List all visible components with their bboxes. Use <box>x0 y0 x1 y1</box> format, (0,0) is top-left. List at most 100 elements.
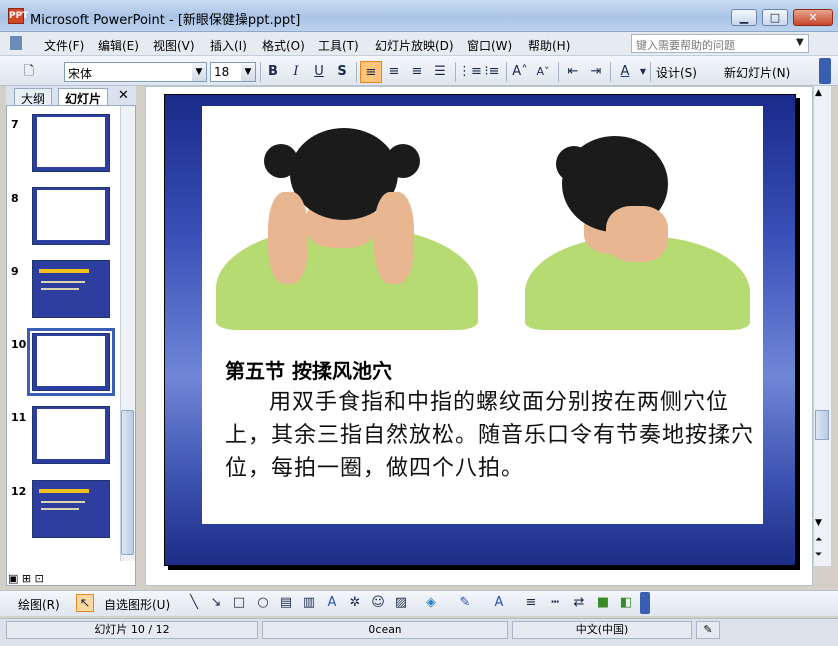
menu-window[interactable]: 窗口(W) <box>467 37 512 54</box>
scroll-up-icon[interactable]: ▲ <box>815 88 822 98</box>
align-left-icon[interactable]: ≡ <box>360 61 382 83</box>
slide-thumbnail-12[interactable] <box>32 480 110 538</box>
design-button[interactable]: 设计(S) <box>656 64 697 81</box>
font-size-field[interactable]: 18 <box>210 62 242 82</box>
font-name-field[interactable]: 宋体 <box>64 62 194 82</box>
separator <box>650 62 651 82</box>
left-photo-bun <box>264 144 298 178</box>
italic-button[interactable]: I <box>285 61 307 83</box>
menu-tools[interactable]: 工具(T) <box>318 37 359 54</box>
slide-body-text[interactable]: 用双手食指和中指的螺纹面分别按在两侧穴位上，其余三指自然放松。随音乐口令有节奏地… <box>225 386 760 485</box>
oval-icon[interactable]: ○ <box>254 594 272 612</box>
slide-heading[interactable]: 第五节 按揉风池穴 <box>225 355 392 384</box>
3d-style-icon[interactable]: ◧ <box>617 594 635 612</box>
underline-button[interactable]: U <box>308 61 330 83</box>
close-icon[interactable]: ✕ <box>118 88 129 103</box>
close-button[interactable]: ✕ <box>793 9 833 26</box>
scroll-thumb[interactable] <box>121 410 134 555</box>
window-title: Microsoft PowerPoint - [新眼保健操ppt.ppt] <box>30 13 301 28</box>
slide-position-status: 幻灯片 10 / 12 <box>6 621 258 639</box>
slide-thumbnail-7[interactable] <box>32 114 110 172</box>
left-photo-hand <box>268 192 308 284</box>
font-name-dropdown-icon[interactable]: ▼ <box>192 62 207 82</box>
picture-icon[interactable]: ▨ <box>392 594 410 612</box>
line-icon[interactable]: ╲ <box>185 594 203 612</box>
scroll-thumb[interactable] <box>815 410 829 440</box>
rectangle-icon[interactable]: □ <box>230 594 248 612</box>
arrow-icon[interactable]: ↘ <box>207 594 225 612</box>
chevron-down-icon[interactable]: ▼ <box>796 37 804 48</box>
menu-slideshow[interactable]: 幻灯片放映(D) <box>375 37 454 54</box>
menu-file[interactable]: 文件(F) <box>44 37 84 54</box>
slide-thumbnail-8[interactable] <box>32 187 110 245</box>
decrease-indent-icon[interactable]: ⇤ <box>562 61 584 83</box>
shadow-button[interactable]: S <box>331 61 353 83</box>
diagram-icon[interactable]: ✲ <box>346 594 364 612</box>
fill-color-icon[interactable]: ◈ <box>422 594 440 612</box>
wordart-icon[interactable]: A <box>323 594 341 612</box>
menu-insert[interactable]: 插入(I) <box>210 37 247 54</box>
maximize-button[interactable]: □ <box>762 9 788 26</box>
align-right-icon[interactable]: ≡ <box>406 61 428 83</box>
increase-indent-icon[interactable]: ⇥ <box>585 61 607 83</box>
line-color-icon[interactable]: ✎ <box>456 594 474 612</box>
separator <box>558 62 559 82</box>
menu-view[interactable]: 视图(V) <box>153 37 195 54</box>
bold-button[interactable]: B <box>262 61 284 83</box>
autoshapes-menu-button[interactable]: 自选图形(U) <box>104 596 170 613</box>
new-document-icon[interactable]: 🗋 <box>18 61 40 83</box>
font-size-dropdown-icon[interactable]: ▼ <box>241 62 256 82</box>
increase-font-button[interactable]: A˄ <box>509 61 531 83</box>
menu-help[interactable]: 帮助(H) <box>528 37 570 54</box>
separator <box>455 62 456 82</box>
left-photo-bun <box>386 144 420 178</box>
slide-number: 9 <box>11 265 19 278</box>
tab-slides[interactable]: 幻灯片 <box>58 88 109 106</box>
textbox-icon[interactable]: ▤ <box>277 594 295 612</box>
tab-outline[interactable]: 大纲 <box>14 88 53 106</box>
view-buttons[interactable]: ▣ ⊞ ⊡ <box>8 572 44 585</box>
clipart-icon[interactable]: ☺ <box>369 594 387 612</box>
design-template-status: Ocean <box>262 621 508 639</box>
toolbar-options-icon[interactable] <box>640 592 650 614</box>
menu-format[interactable]: 格式(O) <box>262 37 305 54</box>
new-slide-button[interactable]: 新幻灯片(N) <box>724 64 790 81</box>
dash-style-icon[interactable]: ┅ <box>546 594 564 612</box>
right-photo-bun <box>556 146 592 182</box>
slide-thumbnail-11[interactable] <box>32 406 110 464</box>
slide-thumbnail-10[interactable] <box>27 328 115 396</box>
workspace-scrollbar[interactable] <box>813 86 831 566</box>
vertical-textbox-icon[interactable]: ▥ <box>300 594 318 612</box>
separator <box>356 62 357 82</box>
slide-number: 12 <box>11 485 27 498</box>
left-photo-hand <box>374 192 414 284</box>
separator <box>506 62 507 82</box>
numbered-list-icon[interactable]: ⋮≡ <box>458 61 482 83</box>
justify-icon[interactable]: ☰ <box>429 61 451 83</box>
select-pointer-icon[interactable]: ↖ <box>76 594 94 612</box>
slide-number: 10 <box>11 338 27 351</box>
line-style-icon[interactable]: ≡ <box>522 594 540 612</box>
decrease-font-button[interactable]: A˅ <box>532 61 554 83</box>
draw-menu-button[interactable]: 绘图(R) <box>18 596 60 613</box>
next-slide-icon[interactable]: ⏷ <box>815 550 822 560</box>
arrow-style-icon[interactable]: ⇄ <box>570 594 588 612</box>
slide-thumbnail-9[interactable] <box>32 260 110 318</box>
minimize-button[interactable]: ▁ <box>731 9 757 26</box>
bullet-list-icon[interactable]: ⁝≡ <box>481 61 503 83</box>
slide-number: 11 <box>11 411 27 424</box>
scroll-down-icon[interactable]: ▼ <box>815 518 822 528</box>
previous-slide-icon[interactable]: ⏶ <box>815 535 822 545</box>
right-photo-hand <box>606 206 668 262</box>
help-search-input[interactable]: 键入需要帮助的问题 <box>631 34 809 53</box>
powerpoint-app-icon[interactable]: PPT <box>8 8 28 24</box>
shadow-style-icon[interactable]: ■ <box>594 594 612 612</box>
spelling-check-icon[interactable]: ✎ <box>696 621 720 639</box>
font-color-icon[interactable]: A <box>490 594 508 612</box>
toolbar-options-icon[interactable] <box>819 58 831 84</box>
document-icon[interactable] <box>10 36 22 50</box>
separator <box>610 62 611 82</box>
align-center-icon[interactable]: ≡ <box>383 61 405 83</box>
separator <box>260 62 261 82</box>
menu-edit[interactable]: 编辑(E) <box>98 37 139 54</box>
